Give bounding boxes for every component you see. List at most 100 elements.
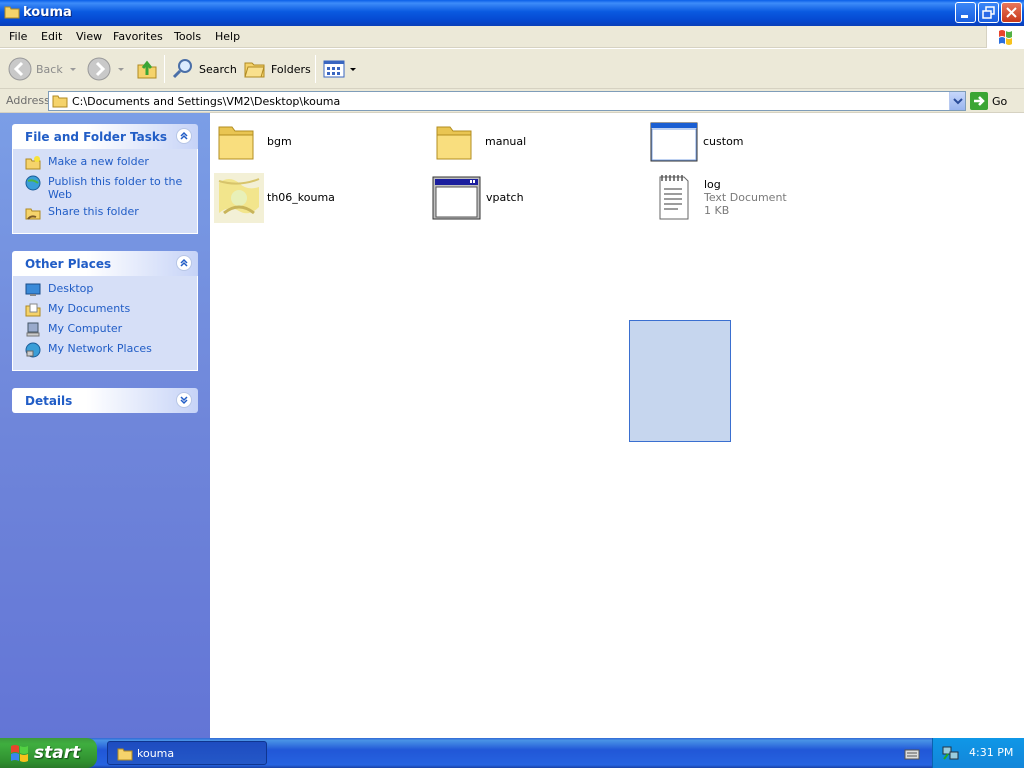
- up-folder-button[interactable]: [135, 55, 159, 83]
- close-icon: [1006, 7, 1017, 18]
- task-label: Publish this folder to the Web: [48, 175, 183, 201]
- file-item-log[interactable]: log Text Document 1 KB: [656, 173, 856, 225]
- folders-button[interactable]: Folders: [243, 55, 311, 83]
- place-label: Desktop: [48, 282, 94, 295]
- network-places-icon: [25, 342, 41, 358]
- window-title: kouma: [23, 5, 72, 20]
- address-input[interactable]: C:\Documents and Settings\VM2\Desktop\ko…: [48, 91, 966, 111]
- toolbar-separator: [164, 55, 165, 83]
- menu-help[interactable]: Help: [215, 30, 240, 43]
- panel-body: Make a new folder Publish this folder to…: [12, 149, 198, 234]
- go-button[interactable]: Go: [970, 92, 1007, 110]
- restore-icon: [982, 6, 995, 19]
- panel-header[interactable]: Details: [12, 388, 198, 413]
- panel-title: File and Folder Tasks: [25, 130, 168, 144]
- windows-logo-icon: [11, 745, 28, 762]
- file-list[interactable]: bgm manual custom th06_kouma vpatch log …: [210, 113, 1024, 738]
- task-label: Make a new folder: [48, 155, 149, 168]
- up-folder-icon: [137, 60, 157, 79]
- file-size: 1 KB: [704, 204, 730, 217]
- expand-button[interactable]: [176, 392, 192, 408]
- chevron-up-icon: [180, 258, 188, 267]
- close-button[interactable]: [1001, 2, 1022, 23]
- menu-file[interactable]: File: [9, 30, 27, 43]
- forward-button[interactable]: [87, 55, 125, 83]
- file-item-manual[interactable]: manual: [434, 121, 634, 173]
- file-item-vpatch[interactable]: vpatch: [432, 175, 632, 227]
- panel-header[interactable]: File and Folder Tasks: [12, 124, 198, 149]
- application-window-icon: [650, 122, 698, 162]
- minimize-button[interactable]: [955, 2, 976, 23]
- file-name: th06_kouma: [267, 191, 335, 204]
- place-label: My Network Places: [48, 342, 152, 355]
- clock[interactable]: 4:31 PM: [969, 746, 1013, 759]
- address-dropdown-button[interactable]: [949, 92, 965, 110]
- task-pane: File and Folder Tasks Make a new folder …: [0, 113, 210, 738]
- views-button[interactable]: [322, 55, 357, 83]
- task-publish-web[interactable]: Publish this folder to the Web: [25, 175, 189, 205]
- chevron-down-icon: [180, 396, 188, 405]
- file-type: Text Document: [704, 191, 787, 204]
- publish-web-icon: [25, 175, 41, 191]
- place-desktop[interactable]: Desktop: [25, 282, 189, 302]
- new-folder-icon: [25, 156, 41, 170]
- chevron-up-icon: [180, 131, 188, 140]
- minimize-icon: [961, 15, 968, 18]
- start-label: start: [34, 743, 81, 763]
- menu-tools[interactable]: Tools: [174, 30, 201, 43]
- restore-button[interactable]: [978, 2, 999, 23]
- back-button[interactable]: Back: [8, 55, 77, 83]
- folder-icon: [52, 95, 68, 108]
- start-button[interactable]: start: [0, 738, 97, 768]
- forward-arrow-icon: [87, 57, 111, 81]
- task-new-folder[interactable]: Make a new folder: [25, 155, 189, 175]
- selection-rectangle: [629, 320, 731, 442]
- panel-title: Details: [25, 394, 73, 408]
- taskbar-window-button[interactable]: kouma: [107, 741, 267, 765]
- chevron-down-icon: [350, 68, 356, 71]
- menu-edit[interactable]: Edit: [41, 30, 62, 43]
- chevron-down-icon: [953, 98, 963, 105]
- search-button[interactable]: Search: [171, 55, 237, 83]
- address-label: Address: [6, 94, 50, 107]
- task-label: Share this folder: [48, 205, 139, 218]
- my-computer-icon: [26, 322, 40, 337]
- address-value: C:\Documents and Settings\VM2\Desktop\ko…: [72, 95, 341, 108]
- windows-logo-icon: [986, 26, 1024, 48]
- keyboard-icon[interactable]: [904, 747, 920, 761]
- place-my-computer[interactable]: My Computer: [25, 322, 189, 342]
- taskbar: start kouma 4:31 PM: [0, 738, 1024, 768]
- title-bar[interactable]: kouma: [0, 0, 1024, 26]
- place-my-documents[interactable]: My Documents: [25, 302, 189, 322]
- file-item-bgm[interactable]: bgm: [216, 121, 416, 173]
- file-folder-tasks-panel: File and Folder Tasks Make a new folder …: [12, 124, 198, 234]
- address-bar: Address C:\Documents and Settings\VM2\De…: [0, 89, 1024, 113]
- menu-view[interactable]: View: [76, 30, 102, 43]
- desktop-icon: [25, 283, 41, 296]
- file-name: custom: [703, 135, 744, 148]
- share-folder-icon: [25, 208, 41, 220]
- collapse-button[interactable]: [176, 255, 192, 271]
- views-icon: [323, 60, 345, 78]
- place-my-network-places[interactable]: My Network Places: [25, 342, 189, 362]
- back-arrow-icon: [8, 57, 32, 81]
- panel-header[interactable]: Other Places: [12, 251, 198, 276]
- go-arrow-icon: [970, 92, 988, 110]
- game-thumbnail-icon: [214, 173, 264, 223]
- folder-icon: [4, 6, 20, 19]
- chevron-down-icon: [69, 68, 76, 71]
- other-places-panel: Other Places Desktop My Documents My Com…: [12, 251, 198, 371]
- file-item-th06-kouma[interactable]: th06_kouma: [214, 173, 414, 225]
- collapse-button[interactable]: [176, 128, 192, 144]
- system-tray: 4:31 PM: [932, 738, 1024, 768]
- panel-title: Other Places: [25, 257, 112, 271]
- toolbar: Back Search Folders: [0, 49, 1024, 89]
- file-item-custom[interactable]: custom: [650, 121, 850, 173]
- folders-icon: [244, 62, 265, 78]
- network-icon[interactable]: [942, 745, 960, 761]
- menu-favorites[interactable]: Favorites: [113, 30, 163, 43]
- file-name: manual: [485, 135, 527, 148]
- folders-label: Folders: [271, 62, 311, 76]
- go-label: Go: [992, 94, 1008, 108]
- task-share-folder[interactable]: Share this folder: [25, 205, 189, 225]
